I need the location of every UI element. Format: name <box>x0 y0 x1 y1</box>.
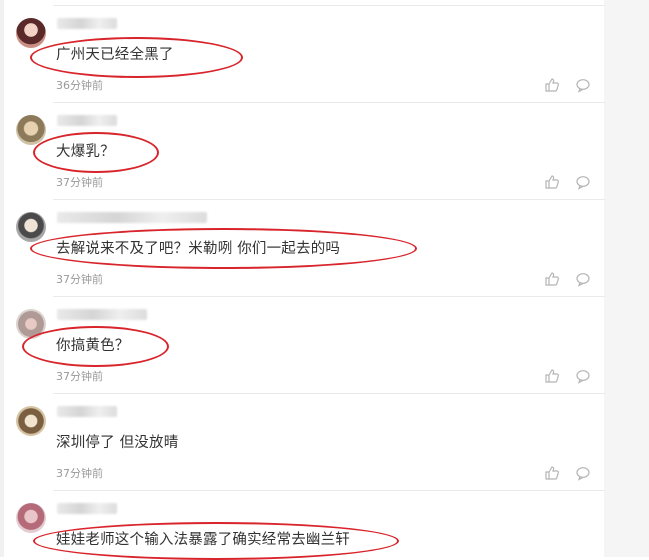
comment-text: 去解说来不及了吧？米勒咧 你们一起去的吗 <box>56 241 341 257</box>
username-blurred[interactable] <box>57 309 147 320</box>
thumbs-up-icon[interactable] <box>544 77 560 93</box>
comment-bubble-icon[interactable] <box>575 465 591 481</box>
right-scroll-rail <box>604 0 649 557</box>
comment-text: 广州天已经全黑了 <box>56 47 174 63</box>
comment-bubble-icon[interactable] <box>575 368 591 384</box>
comment-divider <box>53 490 605 491</box>
comment-item: 深圳停了 但没放晴 37分钟前 <box>5 393 605 490</box>
comment-text: 你搞黄色？ <box>56 338 130 354</box>
thumbs-up-icon[interactable] <box>544 465 560 481</box>
thumbs-up-icon[interactable] <box>544 174 560 190</box>
username-blurred[interactable] <box>57 406 117 417</box>
comment-bubble-icon[interactable] <box>575 77 591 93</box>
username-blurred[interactable] <box>57 212 207 223</box>
username-blurred[interactable] <box>57 18 117 29</box>
comment-text: 娃娃老师这个输入法暴露了确实经常去幽兰轩 <box>56 532 350 548</box>
comment-list: 广州天已经全黑了 36分钟前 大爆乳？ 37分钟前 去解说来不及了吧？米勒咧 你… <box>5 0 605 557</box>
comment-item: 娃娃老师这个输入法暴露了确实经常去幽兰轩 <box>5 490 605 557</box>
left-rail <box>0 0 4 557</box>
comment-item: 去解说来不及了吧？米勒咧 你们一起去的吗 37分钟前 <box>5 199 605 296</box>
comment-divider <box>53 102 605 103</box>
comment-bubble-icon[interactable] <box>575 174 591 190</box>
comment-time: 37分钟前 <box>56 176 103 189</box>
avatar[interactable] <box>16 406 46 436</box>
comment-divider <box>53 199 605 200</box>
username-blurred[interactable] <box>57 503 117 514</box>
avatar[interactable] <box>16 309 46 339</box>
thumbs-up-icon[interactable] <box>544 368 560 384</box>
comment-divider <box>53 393 605 394</box>
comment-time: 37分钟前 <box>56 370 103 383</box>
comment-time: 37分钟前 <box>56 467 103 480</box>
comment-bubble-icon[interactable] <box>575 271 591 287</box>
comment-item: 广州天已经全黑了 36分钟前 <box>5 5 605 102</box>
thumbs-up-icon[interactable] <box>544 271 560 287</box>
avatar[interactable] <box>16 503 46 533</box>
comment-text: 大爆乳？ <box>56 144 115 160</box>
avatar[interactable] <box>16 115 46 145</box>
username-blurred[interactable] <box>57 115 117 126</box>
comment-item: 大爆乳？ 37分钟前 <box>5 102 605 199</box>
avatar[interactable] <box>16 212 46 242</box>
comment-divider <box>53 296 605 297</box>
comment-text: 深圳停了 但没放晴 <box>56 435 179 451</box>
comment-item: 你搞黄色？ 37分钟前 <box>5 296 605 393</box>
comment-divider <box>53 5 605 6</box>
avatar[interactable] <box>16 18 46 48</box>
comment-time: 36分钟前 <box>56 79 103 92</box>
comment-time: 37分钟前 <box>56 273 103 286</box>
